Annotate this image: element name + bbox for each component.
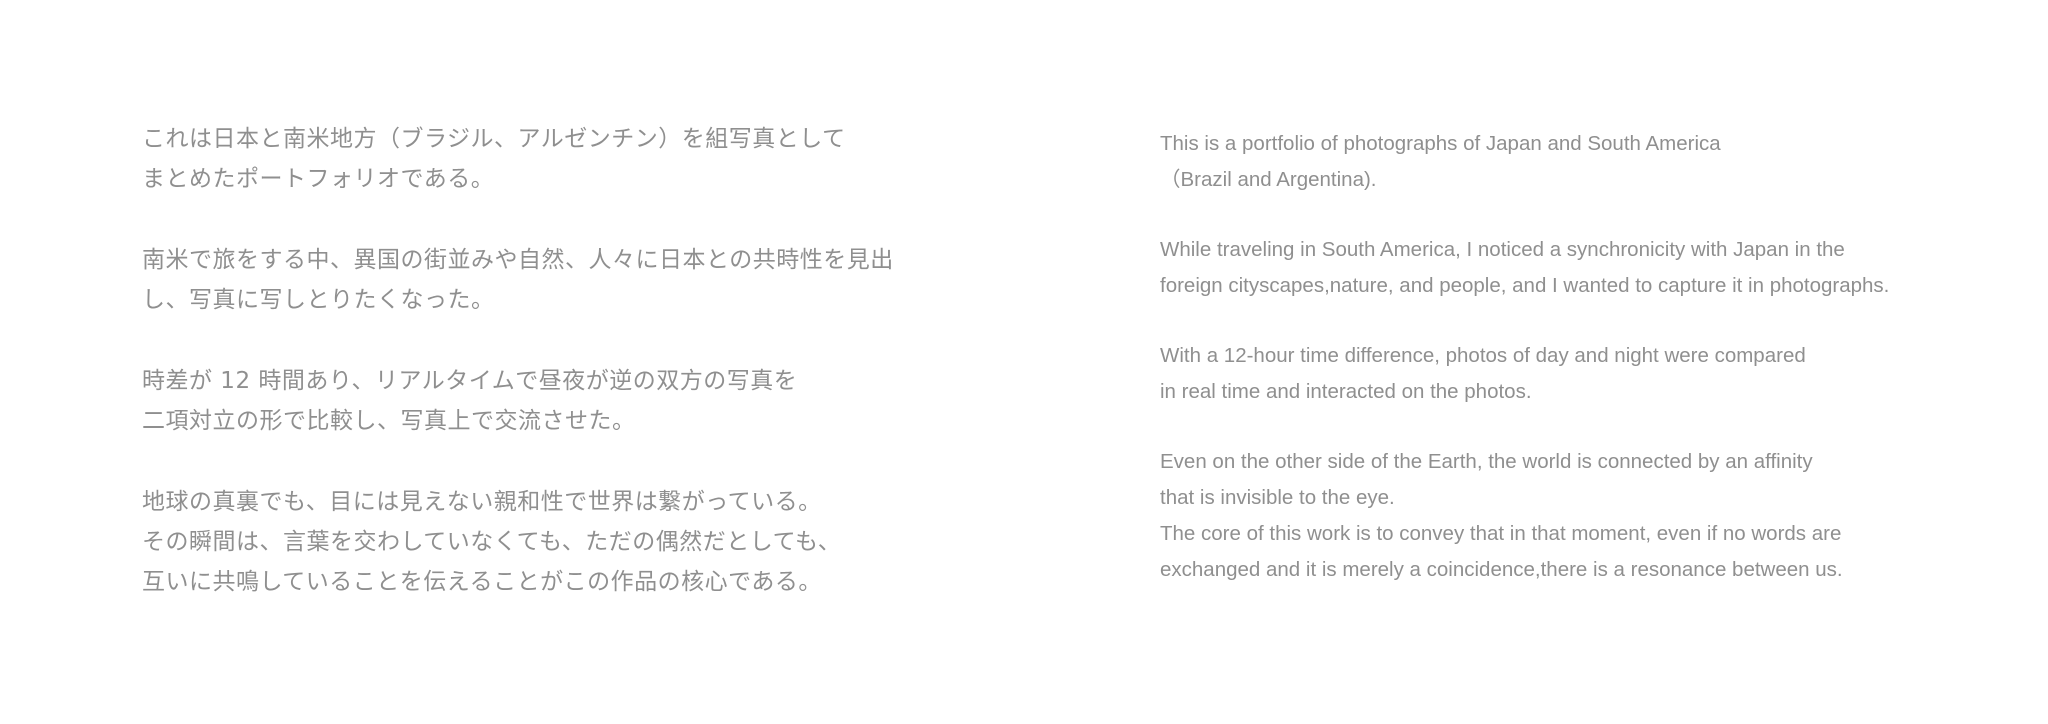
ja-paragraph-3: 時差が 12 時間あり、リアルタイムで昼夜が逆の双方の写真を 二項対立の形で比較… bbox=[142, 361, 922, 441]
ja-paragraph-line: 時差が 12 時間あり、リアルタイムで昼夜が逆の双方の写真を bbox=[142, 368, 798, 394]
en-paragraph-line: While traveling in South America, I noti… bbox=[1160, 238, 1845, 261]
ja-paragraph-line: これは日本と南米地方（ブラジル、アルゼンチン）を組写真として bbox=[142, 126, 846, 152]
en-paragraph-line: With a 12-hour time difference, photos o… bbox=[1160, 344, 1806, 367]
ja-paragraph-line: まとめたポートフォリオである。 bbox=[142, 166, 495, 192]
ja-paragraph-2: 南米で旅をする中、異国の街並みや自然、人々に日本との共時性を見出 し、写真に写し… bbox=[142, 240, 922, 320]
ja-paragraph-line: 南米で旅をする中、異国の街並みや自然、人々に日本との共時性を見出 bbox=[142, 247, 894, 273]
ja-paragraph-line: その瞬間は、言葉を交わしていなくても、ただの偶然だとしても、 bbox=[142, 529, 842, 555]
ja-paragraph-line: 互いに共鳴していることを伝えることがこの作品の核心である。 bbox=[142, 569, 822, 595]
ja-paragraph-line: し、写真に写しとりたくなった。 bbox=[142, 287, 495, 313]
en-paragraph-1: This is a portfolio of photographs of Ja… bbox=[1160, 126, 2010, 198]
ja-paragraph-1: これは日本と南米地方（ブラジル、アルゼンチン）を組写真として まとめたポートフォ… bbox=[142, 119, 922, 199]
ja-paragraph-line: 二項対立の形で比較し、写真上で交流させた。 bbox=[142, 408, 636, 434]
english-statement: This is a portfolio of photographs of Ja… bbox=[1160, 126, 2010, 588]
japanese-statement: これは日本と南米地方（ブラジル、アルゼンチン）を組写真として まとめたポートフォ… bbox=[142, 119, 922, 602]
en-paragraph-2: While traveling in South America, I noti… bbox=[1160, 232, 2010, 304]
en-paragraph-line: exchanged and it is merely a coincidence… bbox=[1160, 558, 1843, 581]
ja-paragraph-line: 地球の真裏でも、目には見えない親和性で世界は繋がっている。 bbox=[142, 489, 822, 515]
en-paragraph-4: Even on the other side of the Earth, the… bbox=[1160, 444, 2010, 588]
en-paragraph-line: Even on the other side of the Earth, the… bbox=[1160, 450, 1813, 473]
en-paragraph-line: （Brazil and Argentina). bbox=[1160, 168, 1377, 191]
en-paragraph-line: foreign cityscapes,nature, and people, a… bbox=[1160, 274, 1890, 297]
ja-paragraph-4: 地球の真裏でも、目には見えない親和性で世界は繋がっている。 その瞬間は、言葉を交… bbox=[142, 482, 922, 602]
en-paragraph-line: The core of this work is to convey that … bbox=[1160, 522, 1842, 545]
en-paragraph-line: This is a portfolio of photographs of Ja… bbox=[1160, 132, 1721, 155]
en-paragraph-line: in real time and interacted on the photo… bbox=[1160, 380, 1532, 403]
en-paragraph-line: that is invisible to the eye. bbox=[1160, 486, 1395, 509]
en-paragraph-3: With a 12-hour time difference, photos o… bbox=[1160, 338, 2010, 410]
